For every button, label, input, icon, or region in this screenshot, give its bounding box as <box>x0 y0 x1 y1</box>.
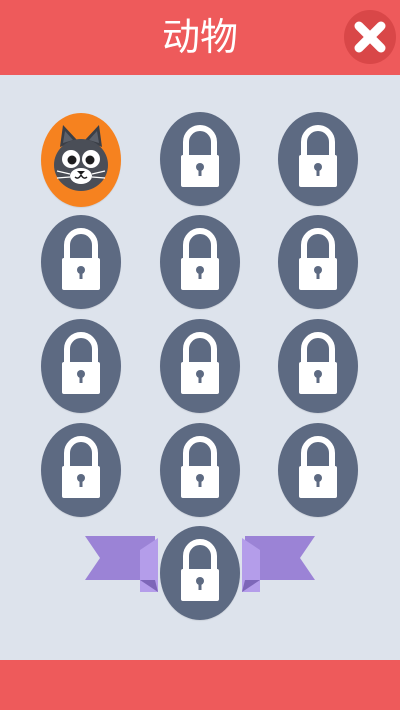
bonus-level-locked[interactable] <box>160 526 240 620</box>
lock-icon <box>181 539 219 601</box>
footer-bar <box>0 660 400 710</box>
